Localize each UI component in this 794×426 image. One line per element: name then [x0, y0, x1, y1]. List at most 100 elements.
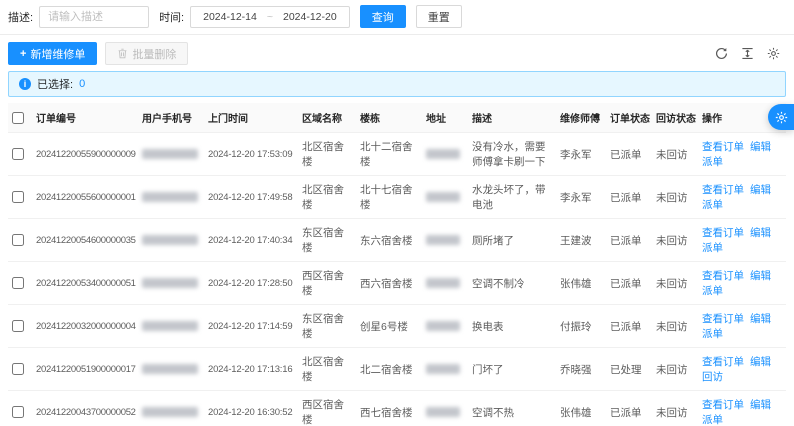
- column-settings-icon[interactable]: [767, 47, 780, 60]
- actions-cell: 查看订单 编辑派单: [698, 261, 786, 305]
- select-all-checkbox[interactable]: [12, 111, 24, 124]
- building-cell: 东六宿舍楼: [356, 218, 422, 262]
- master-cell: 付振玲: [556, 304, 606, 348]
- repair-orders-table: 订单编号 用户手机号 上门时间 区域名称 楼栋 地址 描述 维修师傅 订单状态 回访状态 操作 20…: [8, 103, 786, 426]
- order-number-cell: 20241220053400000051: [32, 261, 138, 305]
- action-view-order[interactable]: 查看订单: [702, 139, 744, 154]
- row-checkbox-cell: [8, 347, 32, 391]
- phone-cell: [138, 390, 204, 426]
- actions-cell: 查看订单 编辑派单: [698, 304, 786, 348]
- action-edit[interactable]: 编辑: [750, 354, 771, 369]
- visit-status-cell: 未回访: [652, 218, 698, 262]
- add-repair-order-button[interactable]: + 新增维修单: [8, 42, 98, 65]
- column-header: 订单状态: [606, 103, 652, 133]
- action-edit[interactable]: 编辑: [750, 225, 771, 240]
- column-height-icon[interactable]: [741, 47, 754, 60]
- phone-cell: [138, 175, 204, 219]
- action-dispatch[interactable]: 派单: [702, 283, 723, 298]
- column-header: 地址: [422, 103, 468, 133]
- region-cell: 北区宿舍楼: [298, 175, 356, 219]
- phone-cell: [138, 261, 204, 305]
- action-view-order[interactable]: 查看订单: [702, 311, 744, 326]
- date-end-value[interactable]: 2024-12-20: [283, 11, 337, 23]
- column-header: 订单编号: [32, 103, 138, 133]
- redacted-address-value: [426, 192, 460, 203]
- action-edit[interactable]: 编辑: [750, 397, 771, 412]
- info-icon: i: [19, 78, 31, 90]
- column-header: 区域名称: [298, 103, 356, 133]
- row-checkbox[interactable]: [12, 320, 24, 333]
- address-cell: [422, 347, 468, 391]
- row-checkbox[interactable]: [12, 277, 24, 290]
- building-cell: 西六宿舍楼: [356, 261, 422, 305]
- toolbar-icons: [715, 47, 786, 60]
- address-cell: [422, 175, 468, 219]
- redacted-phone-value: [142, 321, 198, 332]
- redacted-address-value: [426, 407, 460, 418]
- action-dispatch[interactable]: 派单: [702, 240, 723, 255]
- row-checkbox-cell: [8, 390, 32, 426]
- search-button[interactable]: 查询: [359, 5, 406, 28]
- order-number-cell: 20241220054600000035: [32, 218, 138, 262]
- row-checkbox[interactable]: [12, 406, 24, 419]
- description-cell: 门坏了: [468, 347, 556, 391]
- table-body: 20241220055900000009 2024-12-20 17:53:09 北…: [8, 132, 786, 426]
- order-number-cell: 20241220043700000052: [32, 390, 138, 426]
- selection-count: 0: [79, 78, 86, 90]
- actions-cell: 查看订单 编辑派单: [698, 175, 786, 219]
- action-view-order[interactable]: 查看订单: [702, 354, 744, 369]
- order-status-cell: 已派单: [606, 132, 652, 176]
- date-start-value[interactable]: 2024-12-14: [203, 11, 257, 23]
- description-filter-label: 描述:: [8, 11, 34, 24]
- description-input[interactable]: [39, 5, 150, 28]
- actions-cell: 查看订单 编辑派单: [698, 390, 786, 426]
- region-cell: 北区宿舍楼: [298, 347, 356, 391]
- master-cell: 李永军: [556, 132, 606, 176]
- refresh-icon[interactable]: [715, 47, 728, 60]
- action-view-order[interactable]: 查看订单: [702, 182, 744, 197]
- phone-cell: [138, 347, 204, 391]
- actions-cell: 查看订单 编辑派单: [698, 218, 786, 262]
- column-header: 用户手机号: [138, 103, 204, 133]
- row-checkbox[interactable]: [12, 234, 24, 247]
- visit-time-cell: 2024-12-20 17:49:58: [204, 175, 298, 219]
- column-header: 楼栋: [356, 103, 422, 133]
- theme-settings-button[interactable]: [768, 104, 794, 130]
- building-cell: 北二宿舍楼: [356, 347, 422, 391]
- action-dispatch[interactable]: 派单: [702, 197, 723, 212]
- action-view-order[interactable]: 查看订单: [702, 397, 744, 412]
- action-view-order[interactable]: 查看订单: [702, 268, 744, 283]
- order-status-cell: 已派单: [606, 390, 652, 426]
- row-checkbox[interactable]: [12, 148, 24, 161]
- action-view-order[interactable]: 查看订单: [702, 225, 744, 240]
- repair-orders-page: 描述: 时间: 2024-12-14 ~ 2024-12-20 查询 重置 + …: [0, 0, 794, 426]
- table-row: 20241220053400000051 2024-12-20 17:28:50 西…: [8, 261, 786, 305]
- table-row: 20241220032000000004 2024-12-20 17:14:59 东…: [8, 304, 786, 348]
- column-header: 描述: [468, 103, 556, 133]
- order-status-cell: 已处理: [606, 347, 652, 391]
- table-row: 20241220043700000052 2024-12-20 16:30:52 西…: [8, 390, 786, 426]
- region-cell: 西区宿舍楼: [298, 261, 356, 305]
- reset-button[interactable]: 重置: [415, 5, 462, 28]
- row-checkbox[interactable]: [12, 191, 24, 204]
- action-edit[interactable]: 编辑: [750, 311, 771, 326]
- action-dispatch[interactable]: 派单: [702, 154, 723, 169]
- action-dispatch[interactable]: 派单: [702, 326, 723, 341]
- building-cell: 西七宿舍楼: [356, 390, 422, 426]
- action-dispatch[interactable]: 派单: [702, 412, 723, 426]
- visit-time-cell: 2024-12-20 17:40:34: [204, 218, 298, 262]
- date-range-picker[interactable]: 2024-12-14 ~ 2024-12-20: [190, 5, 350, 28]
- action-edit[interactable]: 编辑: [750, 139, 771, 154]
- master-cell: 张伟雄: [556, 390, 606, 426]
- redacted-phone-value: [142, 407, 198, 418]
- description-cell: 厕所堵了: [468, 218, 556, 262]
- action-edit[interactable]: 编辑: [750, 182, 771, 197]
- row-checkbox-cell: [8, 132, 32, 176]
- action-follow-up[interactable]: 回访: [702, 369, 723, 384]
- description-cell: 换电表: [468, 304, 556, 348]
- address-cell: [422, 218, 468, 262]
- redacted-phone-value: [142, 278, 198, 289]
- action-edit[interactable]: 编辑: [750, 268, 771, 283]
- batch-delete-button[interactable]: 批量删除: [105, 42, 189, 65]
- row-checkbox[interactable]: [12, 363, 24, 376]
